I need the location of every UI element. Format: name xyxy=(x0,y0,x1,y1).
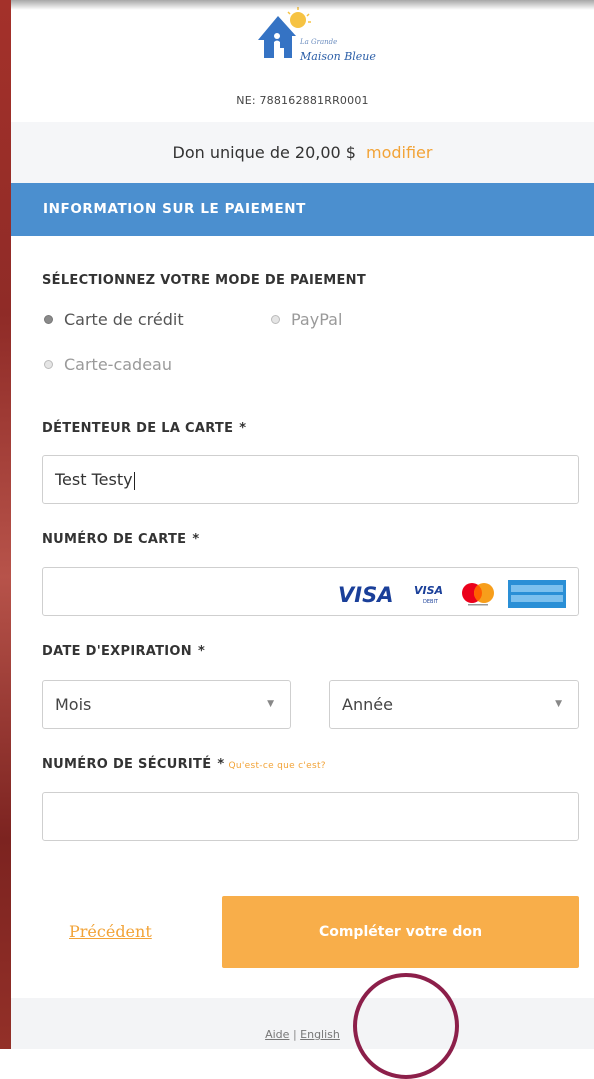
security-code-input[interactable] xyxy=(42,792,579,841)
mastercard-logo-icon xyxy=(462,583,494,606)
radio-credit-card-label: Carte de crédit xyxy=(64,310,184,329)
annotation-circle xyxy=(353,973,459,1079)
dropdown-arrow-icon: ▼ xyxy=(267,699,274,709)
radio-unchecked-icon xyxy=(271,315,280,324)
charity-number: NE: 788162881RR0001 xyxy=(236,94,369,107)
svg-text:VISA: VISA xyxy=(338,583,393,605)
month-value: Mois xyxy=(55,695,92,714)
radio-unchecked-icon xyxy=(44,360,53,369)
header: La Grande Maison Bleue NE: 788162881RR00… xyxy=(11,0,594,122)
logo-text: Maison Bleue xyxy=(300,50,376,63)
american-express-logo-icon xyxy=(508,580,566,608)
required-marker: * xyxy=(239,421,247,436)
organization-logo: La Grande Maison Bleue xyxy=(254,6,394,76)
radio-checked-icon xyxy=(44,315,53,324)
donation-summary-text: Don unique de 20,00 $ xyxy=(172,143,356,162)
previous-link[interactable]: Précédent xyxy=(69,922,152,941)
radio-paypal[interactable]: PayPal xyxy=(271,310,342,329)
logo-text-small: La Grande xyxy=(300,38,338,46)
footer-links: Aide | English xyxy=(11,1028,594,1041)
footer-separator: | xyxy=(292,1028,297,1041)
svg-text:VISA: VISA xyxy=(414,584,443,597)
radio-gift-card[interactable]: Carte-cadeau xyxy=(44,355,172,374)
card-number-input[interactable]: VISA VISA DEBIT xyxy=(42,567,579,616)
expiration-year-select[interactable]: Année ▼ xyxy=(329,680,579,729)
dropdown-arrow-icon: ▼ xyxy=(555,699,562,709)
english-link[interactable]: English xyxy=(300,1028,340,1041)
text-caret xyxy=(133,471,135,490)
cardholder-value: Test Testy xyxy=(55,470,133,489)
card-number-label: NUMÉRO DE CARTE * xyxy=(42,532,200,547)
visa-logo-icon: VISA xyxy=(338,583,393,605)
payment-method-label: SÉLECTIONNEZ VOTRE MODE DE PAIEMENT xyxy=(42,273,367,288)
footer: Aide | English xyxy=(11,998,594,1049)
expiration-label: DATE D'EXPIRATION * xyxy=(42,644,206,659)
security-code-label: NUMÉRO DE SÉCURITÉ * Qu'est-ce que c'est? xyxy=(42,757,326,772)
cardholder-input[interactable]: Test Testy xyxy=(42,455,579,504)
donation-summary: Don unique de 20,00 $ modifier xyxy=(11,122,594,183)
modify-donation-link[interactable]: modifier xyxy=(366,143,432,162)
top-shadow xyxy=(11,0,594,10)
accepted-cards: VISA VISA DEBIT xyxy=(338,580,566,608)
visa-debit-logo-icon: VISA DEBIT xyxy=(414,584,443,605)
svg-text:DEBIT: DEBIT xyxy=(423,599,439,605)
radio-credit-card[interactable]: Carte de crédit xyxy=(44,310,184,329)
section-title: INFORMATION SUR LE PAIEMENT xyxy=(11,183,594,236)
expiration-month-select[interactable]: Mois ▼ xyxy=(42,680,291,729)
required-marker: * xyxy=(197,644,206,659)
complete-donation-button[interactable]: Compléter votre don xyxy=(222,896,579,968)
required-marker: * xyxy=(217,757,225,772)
year-value: Année xyxy=(342,695,393,714)
radio-gift-card-label: Carte-cadeau xyxy=(64,355,172,374)
security-code-help-link[interactable]: Qu'est-ce que c'est? xyxy=(228,761,325,771)
required-marker: * xyxy=(192,532,200,547)
help-link[interactable]: Aide xyxy=(265,1028,289,1041)
cardholder-label: DÉTENTEUR DE LA CARTE * xyxy=(42,421,247,436)
radio-paypal-label: PayPal xyxy=(291,310,343,329)
left-edge-background xyxy=(0,0,11,1049)
